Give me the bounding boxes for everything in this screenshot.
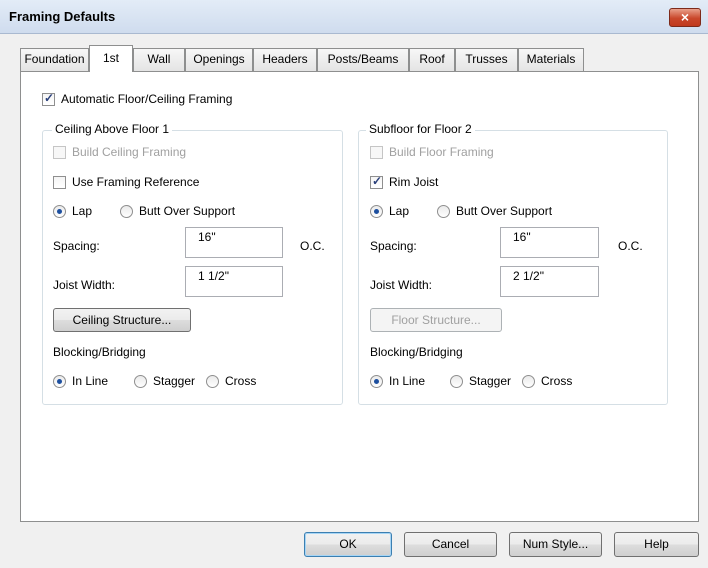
subfloor-stagger-radio[interactable] <box>450 375 463 388</box>
check-mark-icon: ✓ <box>44 91 55 105</box>
build-floor-framing-label: Build Floor Framing <box>389 145 494 159</box>
subfloor-oc-label: O.C. <box>618 239 643 253</box>
ceiling-cross-radio[interactable] <box>206 375 219 388</box>
cancel-button[interactable]: Cancel <box>404 532 497 557</box>
ceiling-group-title: Ceiling Above Floor 1 <box>52 122 173 136</box>
subfloor-joist-width-input[interactable]: 2 1/2" <box>500 266 599 297</box>
build-ceiling-framing-checkbox[interactable] <box>53 146 66 159</box>
subfloor-cross-label[interactable]: Cross <box>541 374 572 388</box>
automatic-framing-label[interactable]: Automatic Floor/Ceiling Framing <box>61 92 232 106</box>
use-framing-reference-checkbox[interactable] <box>53 176 66 189</box>
subfloor-inline-radio[interactable] <box>370 375 383 388</box>
rim-joist-label[interactable]: Rim Joist <box>389 175 438 189</box>
tab-headers[interactable]: Headers <box>253 48 317 71</box>
ceiling-inline-radio[interactable] <box>53 375 66 388</box>
tab-posts-beams[interactable]: Posts/Beams <box>317 48 409 71</box>
window-title: Framing Defaults <box>9 9 116 24</box>
close-icon[interactable]: × <box>681 9 689 25</box>
check-mark-icon: ✓ <box>372 174 383 188</box>
build-floor-framing-checkbox[interactable] <box>370 146 383 159</box>
automatic-framing-checkbox[interactable]: ✓ <box>42 91 55 106</box>
subfloor-spacing-input[interactable]: 16" <box>500 227 599 258</box>
ceiling-stagger-radio[interactable] <box>134 375 147 388</box>
ceiling-joist-width-input[interactable]: 1 1/2" <box>185 266 283 297</box>
help-button[interactable]: Help <box>614 532 699 557</box>
ceiling-butt-radio[interactable] <box>120 205 133 218</box>
ceiling-joist-width-label: Joist Width: <box>53 278 116 292</box>
tab-materials[interactable]: Materials <box>518 48 584 71</box>
subfloor-blocking-label: Blocking/Bridging <box>370 345 463 359</box>
ceiling-inline-label[interactable]: In Line <box>72 374 108 388</box>
rim-joist-checkbox[interactable]: ✓ <box>370 174 383 189</box>
tab-1st[interactable]: 1st <box>89 45 133 72</box>
subfloor-group-title: Subfloor for Floor 2 <box>366 122 475 136</box>
ceiling-oc-label: O.C. <box>300 239 325 253</box>
subfloor-inline-label[interactable]: In Line <box>389 374 425 388</box>
close-button[interactable]: × <box>669 8 701 27</box>
subfloor-stagger-label[interactable]: Stagger <box>469 374 511 388</box>
subfloor-joist-width-label: Joist Width: <box>370 278 433 292</box>
ceiling-cross-label[interactable]: Cross <box>225 374 256 388</box>
ceiling-blocking-label: Blocking/Bridging <box>53 345 146 359</box>
tab-openings[interactable]: Openings <box>185 48 253 71</box>
ceiling-lap-label[interactable]: Lap <box>72 204 92 218</box>
ceiling-butt-label[interactable]: Butt Over Support <box>139 204 235 218</box>
title-bar: Framing Defaults × <box>0 0 708 34</box>
floor-structure-button[interactable]: Floor Structure... <box>370 308 502 332</box>
tab-trusses[interactable]: Trusses <box>455 48 518 71</box>
tab-wall[interactable]: Wall <box>133 48 185 71</box>
ceiling-stagger-label[interactable]: Stagger <box>153 374 195 388</box>
ceiling-lap-radio[interactable] <box>53 205 66 218</box>
subfloor-butt-label[interactable]: Butt Over Support <box>456 204 552 218</box>
tab-panel-1st: ✓ Automatic Floor/Ceiling Framing Ceilin… <box>20 71 699 522</box>
num-style-button[interactable]: Num Style... <box>509 532 602 557</box>
subfloor-spacing-label: Spacing: <box>370 239 417 253</box>
ok-button[interactable]: OK <box>304 532 392 557</box>
use-framing-reference-label[interactable]: Use Framing Reference <box>72 175 199 189</box>
ceiling-spacing-label: Spacing: <box>53 239 100 253</box>
subfloor-lap-radio[interactable] <box>370 205 383 218</box>
subfloor-cross-radio[interactable] <box>522 375 535 388</box>
subfloor-butt-radio[interactable] <box>437 205 450 218</box>
tab-foundation[interactable]: Foundation <box>20 48 89 71</box>
ceiling-spacing-input[interactable]: 16" <box>185 227 283 258</box>
build-ceiling-framing-label: Build Ceiling Framing <box>72 145 187 159</box>
ceiling-structure-button[interactable]: Ceiling Structure... <box>53 308 191 332</box>
tab-roof[interactable]: Roof <box>409 48 455 71</box>
subfloor-lap-label[interactable]: Lap <box>389 204 409 218</box>
